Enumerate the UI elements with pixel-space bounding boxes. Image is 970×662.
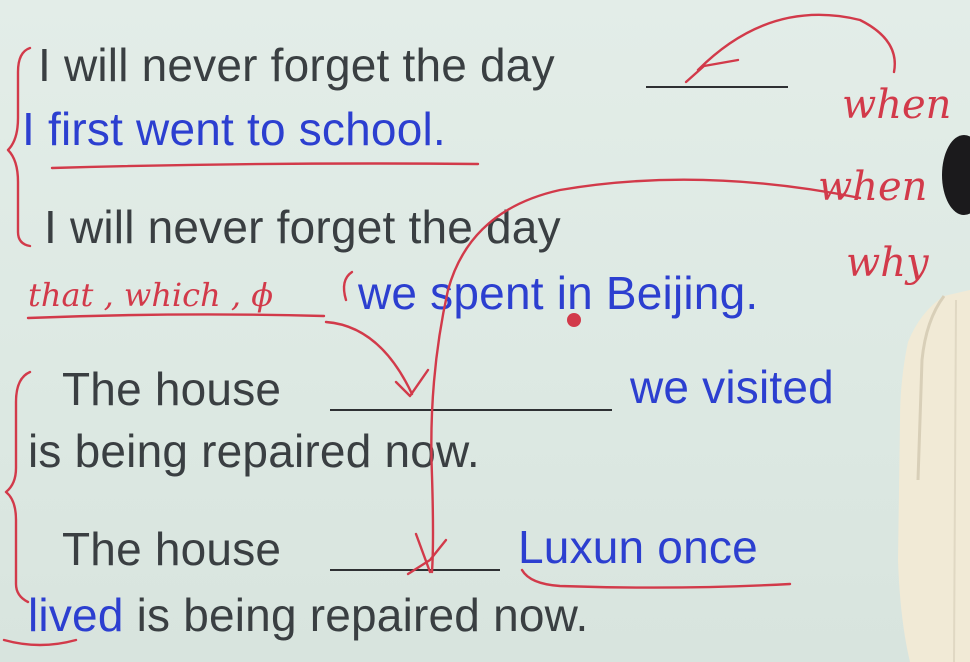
underline-2 [26, 313, 326, 320]
underline-1 [50, 162, 480, 170]
brace-2 [4, 370, 32, 604]
underline-3 [520, 568, 792, 589]
handwritten-answer: that , which , ϕ [28, 276, 273, 314]
teacher-figure [898, 135, 970, 662]
underline-4 [2, 638, 78, 647]
handwriting-overlay: when when why that , which , ϕ [2, 13, 951, 647]
brace-1 [6, 46, 32, 248]
arrow-head-1 [684, 58, 740, 84]
curve-to-blank-3 [324, 320, 414, 396]
arrow-head-4 [406, 538, 448, 576]
pointer-dot [567, 313, 581, 327]
curve-to-blank-4 [430, 178, 862, 574]
whiteboard: I will never forget the day I first went… [0, 0, 970, 662]
